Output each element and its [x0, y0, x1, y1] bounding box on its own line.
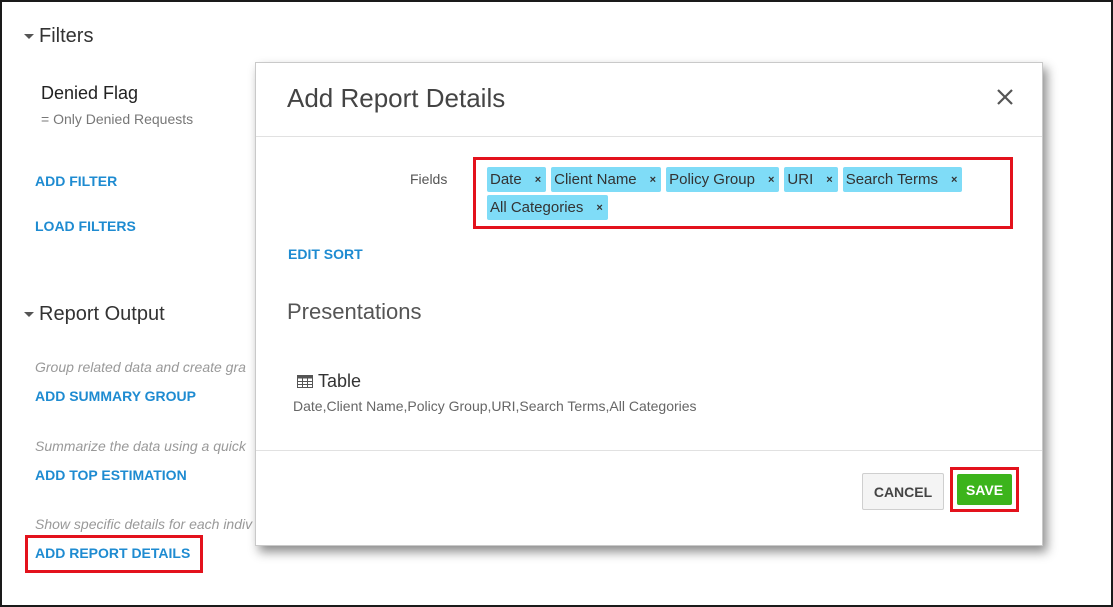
- remove-x-icon[interactable]: ×: [596, 202, 602, 214]
- field-tag: Date ×: [487, 167, 547, 192]
- remove-x-icon[interactable]: ×: [826, 174, 832, 186]
- presentations-heading: Presentations: [287, 299, 422, 324]
- add-report-details-dialog: Add Report Details Fields Date × Client …: [255, 62, 1043, 546]
- field-tag: URI ×: [784, 167, 838, 192]
- field-tag: All Categories ×: [487, 195, 608, 220]
- field-tag-label: URI: [787, 171, 814, 188]
- report-output-heading: Report Output: [39, 303, 165, 325]
- remove-x-icon[interactable]: ×: [535, 174, 541, 186]
- table-grid-icon: [297, 375, 313, 388]
- field-tag-label: Date: [490, 171, 522, 188]
- header-divider: [256, 136, 1042, 137]
- filters-section-toggle[interactable]: Filters: [24, 25, 93, 48]
- remove-x-icon[interactable]: ×: [951, 174, 957, 186]
- save-button[interactable]: SAVE: [957, 474, 1012, 505]
- dialog-title: Add Report Details: [287, 83, 506, 113]
- field-tag-label: All Categories: [490, 199, 584, 216]
- load-filters-link[interactable]: LOAD FILTERS: [35, 218, 136, 234]
- field-tag-label: Policy Group: [669, 171, 755, 188]
- filters-heading: Filters: [39, 25, 94, 47]
- cancel-button[interactable]: CANCEL: [862, 473, 944, 510]
- field-tag-label: Search Terms: [845, 171, 938, 188]
- field-tag-label: Client Name: [554, 171, 637, 188]
- remove-x-icon[interactable]: ×: [768, 174, 774, 186]
- caret-down-icon: [24, 34, 34, 39]
- add-summary-group-link[interactable]: ADD SUMMARY GROUP: [35, 388, 196, 404]
- fields-tag-list: Date × Client Name × Policy Group × URI …: [487, 167, 1007, 220]
- report-details-hint: Show specific details for each indiv: [35, 516, 253, 532]
- filter-description: = Only Denied Requests: [41, 111, 194, 127]
- filter-name: Denied Flag: [41, 83, 139, 103]
- footer-divider: [256, 450, 1042, 451]
- field-tag: Client Name ×: [551, 167, 662, 192]
- field-tag: Search Terms ×: [842, 167, 963, 192]
- top-estimation-hint: Summarize the data using a quick: [35, 438, 246, 454]
- fields-label: Fields: [410, 171, 448, 187]
- remove-x-icon[interactable]: ×: [650, 174, 656, 186]
- edit-sort-link[interactable]: EDIT SORT: [288, 246, 363, 262]
- table-label: Table: [318, 371, 362, 391]
- add-top-estimation-link[interactable]: ADD TOP ESTIMATION: [35, 467, 187, 483]
- close-icon[interactable]: [994, 86, 1016, 108]
- table-presentation[interactable]: Table: [297, 371, 361, 392]
- summary-group-hint: Group related data and create gra: [35, 359, 246, 375]
- save-highlight: SAVE: [950, 467, 1019, 512]
- table-fields-list: Date,Client Name,Policy Group,URI,Search…: [293, 398, 697, 414]
- fields-tag-input[interactable]: Date × Client Name × Policy Group × URI …: [473, 157, 1013, 229]
- add-filter-link[interactable]: ADD FILTER: [35, 173, 117, 189]
- caret-down-icon: [24, 312, 34, 317]
- add-report-details-link[interactable]: ADD REPORT DETAILS: [35, 545, 190, 561]
- report-output-section-toggle[interactable]: Report Output: [24, 303, 165, 326]
- field-tag: Policy Group ×: [666, 167, 780, 192]
